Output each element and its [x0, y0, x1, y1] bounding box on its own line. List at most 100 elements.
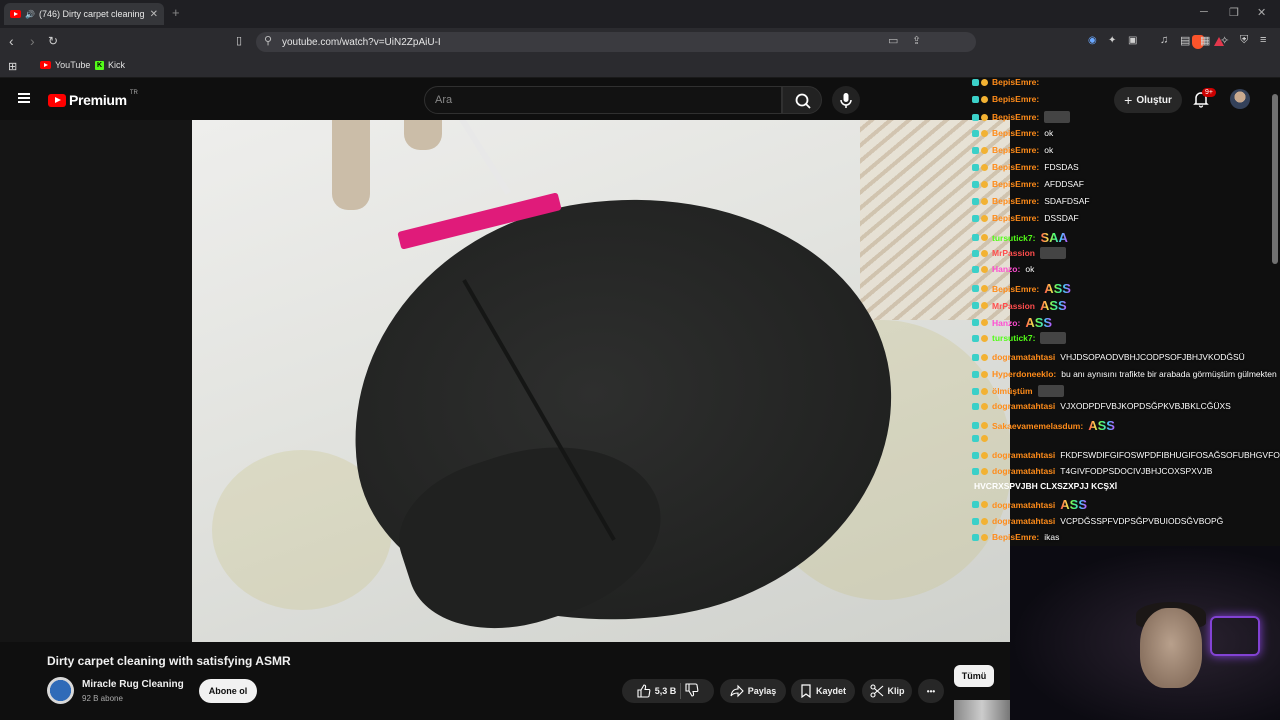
chat-username[interactable]: dogramatahtasi: [992, 450, 1055, 460]
chat-username[interactable]: MrPassion: [992, 301, 1035, 311]
kick-icon: K: [95, 60, 104, 70]
chat-message: HVCRXSPVJBH CLXSZXPJJ KCŞXİ: [972, 481, 1117, 491]
thumbs-down-icon: [685, 683, 699, 697]
subscriber-badge-icon: [972, 302, 979, 309]
wallet-card-icon[interactable]: ▦: [1200, 34, 1210, 47]
chat-username[interactable]: BepisEmre:: [992, 532, 1039, 542]
vpn-icon[interactable]: ⛨: [1240, 34, 1248, 47]
chat-username[interactable]: dogramatahtasi: [992, 466, 1055, 476]
reload-icon[interactable]: ↻: [48, 34, 58, 48]
gift-badge-icon: [981, 285, 988, 292]
chat-username[interactable]: BepisEmre:: [992, 145, 1039, 155]
voice-search-button[interactable]: [832, 86, 860, 114]
chat-username[interactable]: Hanzo:: [992, 318, 1020, 328]
page-scrollbar[interactable]: [1272, 94, 1278, 264]
chat-username[interactable]: ölmüştüm: [992, 386, 1033, 396]
chat-username[interactable]: BepisEmre:: [992, 77, 1039, 87]
gift-badge-icon: [981, 234, 988, 241]
gift-badge-icon: [981, 113, 988, 121]
chat-username[interactable]: BepisEmre:: [992, 179, 1039, 189]
streamer-webcam: [1010, 546, 1280, 720]
filter-chip-all[interactable]: Tümü: [954, 665, 994, 687]
youtube-premium-logo[interactable]: Premium TR: [48, 90, 138, 108]
chat-username[interactable]: MrPassion: [992, 248, 1035, 258]
chat-username[interactable]: dogramatahtasi: [992, 500, 1055, 510]
chat-username[interactable]: BepisEmre:: [992, 162, 1039, 172]
more-actions-button[interactable]: •••: [918, 679, 944, 703]
chat-username[interactable]: BepisEmre:: [992, 112, 1039, 122]
chat-message: BepisEmre: FDSDAS: [972, 162, 1079, 172]
browser-tab[interactable]: 🔊 (746) Dirty carpet cleaning wi ✕: [4, 3, 164, 25]
gift-badge-icon: [981, 95, 988, 103]
like-count: 5,3 B: [654, 686, 677, 696]
bookmark-icon[interactable]: ▯: [236, 34, 242, 47]
chat-message: BepisEmre:: [972, 94, 1039, 104]
save-button[interactable]: Kaydet: [791, 679, 855, 703]
bookmarks-bar: ⊞ YouTube K Kick: [0, 56, 1280, 78]
apps-grid-icon[interactable]: ⊞: [8, 60, 17, 73]
close-window-icon[interactable]: ✕: [1257, 6, 1266, 19]
subscriber-badge-icon: [972, 435, 979, 442]
video-player[interactable]: [192, 120, 1010, 642]
channel-avatar[interactable]: [47, 677, 74, 704]
share-page-icon[interactable]: ⇪: [912, 34, 921, 47]
screenshot-icon[interactable]: ▣: [1128, 35, 1137, 46]
related-video-thumbnail[interactable]: [954, 700, 1010, 720]
chat-username[interactable]: BepisEmre:: [992, 94, 1039, 104]
close-tab-icon[interactable]: ✕: [150, 9, 158, 20]
music-icon[interactable]: ♫: [1160, 34, 1168, 46]
back-icon[interactable]: ‹: [9, 33, 14, 49]
chat-username[interactable]: HVCRXSPVJBH CLXSZXPJJ KCŞXİ: [974, 481, 1117, 491]
leo-ai-icon[interactable]: ✧: [1220, 34, 1229, 47]
hamburger-menu-icon[interactable]: [18, 93, 30, 103]
chat-username[interactable]: dogramatahtasi: [992, 516, 1055, 526]
subscribe-button[interactable]: Abone ol: [199, 679, 257, 703]
subscriber-badge-icon: [972, 387, 979, 395]
chat-username[interactable]: Hanzo:: [992, 264, 1020, 274]
clip-button[interactable]: Klip: [862, 679, 912, 703]
like-dislike-group: 5,3 B: [622, 679, 714, 703]
subscriber-badge-icon: [972, 180, 979, 188]
subscriber-badge-icon: [972, 402, 979, 410]
subscriber-badge-icon: [972, 95, 979, 103]
search-button[interactable]: [782, 86, 822, 114]
bookmark-youtube[interactable]: YouTube: [40, 60, 90, 70]
chat-message: BepisEmre: DSSDAF: [972, 213, 1079, 223]
subscriber-badge-icon: [972, 422, 979, 429]
browser-tab-bar: 🔊 (746) Dirty carpet cleaning wi ✕ + ─ ❐…: [0, 0, 1280, 28]
maximize-icon[interactable]: ❐: [1229, 6, 1239, 19]
search-input[interactable]: Ara: [424, 86, 782, 114]
save-label: Kaydet: [815, 686, 846, 696]
chat-username[interactable]: tursutick7:: [992, 233, 1035, 243]
new-tab-button[interactable]: +: [172, 5, 180, 20]
forward-icon[interactable]: ›: [30, 33, 35, 49]
chat-username[interactable]: Hyperdoneeklo:: [992, 369, 1056, 379]
share-button[interactable]: Paylaş: [720, 679, 786, 703]
sidebar-icon[interactable]: ▤: [1180, 34, 1190, 47]
subscriber-badge-icon: [972, 467, 979, 475]
minimize-icon[interactable]: ─: [1200, 6, 1208, 18]
site-info-icon[interactable]: ⚲: [264, 34, 272, 47]
chat-username[interactable]: BepisEmre:: [992, 284, 1039, 294]
url-bar[interactable]: ⚲ youtube.com/watch?v=UiN2ZpAiU-I ▭ ⇪: [256, 32, 1224, 52]
chat-username[interactable]: tursutick7:: [992, 333, 1035, 343]
chat-username[interactable]: BepisEmre:: [992, 213, 1039, 223]
gift-badge-icon: [981, 451, 988, 459]
chat-text: VCPDĞSSPFVDPSĞPVBUIODSĞVBOPĞ: [1060, 516, 1224, 526]
chat-message: dogramatahtasi FKDFSWDIFGIFOSWPDFIBHUGIFO…: [972, 450, 1280, 460]
bookmark-kick[interactable]: K Kick: [95, 60, 125, 70]
like-button[interactable]: 5,3 B: [637, 684, 677, 698]
channel-name[interactable]: Miracle Rug Cleaning: [82, 679, 184, 690]
chat-username[interactable]: BepisEmre:: [992, 128, 1039, 138]
chat-username[interactable]: BepisEmre:: [992, 196, 1039, 206]
speaker-icon[interactable]: 🔊: [25, 10, 35, 19]
chat-username[interactable]: dogramatahtasi: [992, 401, 1055, 411]
menu-icon[interactable]: ≡: [1260, 34, 1266, 46]
cast-icon[interactable]: ▭: [888, 34, 898, 47]
tab-title: (746) Dirty carpet cleaning wi: [38, 9, 146, 19]
wallet-icon[interactable]: ◉: [1088, 35, 1097, 46]
chat-username[interactable]: Sakaevamemelasdum:: [992, 421, 1083, 431]
dislike-button[interactable]: [685, 683, 699, 699]
chat-username[interactable]: dogramatahtasi: [992, 352, 1055, 362]
extensions-icon[interactable]: ✦: [1108, 35, 1116, 46]
